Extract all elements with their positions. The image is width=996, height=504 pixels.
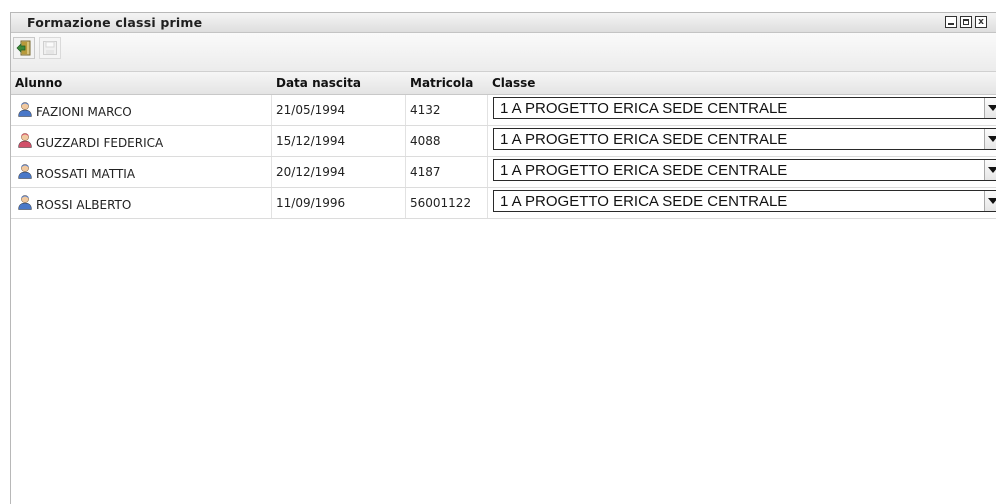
student-icon bbox=[18, 102, 32, 117]
save-button[interactable] bbox=[39, 37, 61, 59]
cell-matricola: 56001122 bbox=[406, 188, 488, 218]
student-name: ROSSATI MATTIA bbox=[36, 167, 136, 181]
matricola-number: 4088 bbox=[410, 134, 441, 148]
chevron-down-icon[interactable] bbox=[984, 160, 996, 180]
cell-alunno: ROSSI ALBERTO bbox=[11, 188, 272, 218]
close-icon[interactable]: x bbox=[975, 16, 987, 28]
classe-select[interactable]: 1 A PROGETTO ERICA SEDE CENTRALE bbox=[493, 97, 996, 119]
window-title: Formazione classi prime bbox=[27, 15, 203, 30]
cell-data-nascita: 15/12/1994 bbox=[272, 126, 406, 156]
matricola-number: 56001122 bbox=[410, 196, 472, 210]
birth-date: 21/05/1994 bbox=[276, 103, 346, 117]
cell-data-nascita: 11/09/1996 bbox=[272, 188, 406, 218]
table-row[interactable]: ROSSI ALBERTO 11/09/1996 56001122 1 A PROGE… bbox=[11, 188, 996, 219]
student-name: ROSSI ALBERTO bbox=[36, 198, 132, 212]
minimize-icon[interactable] bbox=[945, 16, 957, 28]
cell-data-nascita: 20/12/1994 bbox=[272, 157, 406, 187]
chevron-down-icon[interactable] bbox=[984, 98, 996, 118]
cell-matricola: 4088 bbox=[406, 126, 488, 156]
student-name: FAZIONI MARCO bbox=[36, 105, 132, 119]
cell-classe: 1 A PROGETTO ERICA SEDE CENTRALE bbox=[488, 95, 996, 125]
window-controls: x bbox=[945, 16, 987, 28]
matricola-number: 4187 bbox=[410, 165, 441, 179]
cell-classe: 1 A PROGETTO ERICA SEDE CENTRALE bbox=[488, 157, 996, 187]
cell-matricola: 4132 bbox=[406, 95, 488, 125]
student-icon bbox=[18, 133, 32, 148]
column-header-classe[interactable]: Classe bbox=[492, 76, 535, 90]
cell-data-nascita: 21/05/1994 bbox=[272, 95, 406, 125]
column-header-alunno[interactable]: Alunno bbox=[15, 76, 62, 90]
table-row[interactable]: ROSSATI MATTIA 20/12/1994 4187 1 A PROGETTO… bbox=[11, 157, 996, 188]
cell-alunno: ROSSATI MATTIA bbox=[11, 157, 272, 187]
save-icon bbox=[43, 41, 57, 55]
student-name: GUZZARDI FEDERICA bbox=[36, 136, 164, 150]
maximize-icon[interactable] bbox=[960, 16, 972, 28]
chevron-down-icon[interactable] bbox=[984, 191, 996, 211]
cell-classe: 1 A PROGETTO ERICA SEDE CENTRALE bbox=[488, 126, 996, 156]
chevron-down-icon[interactable] bbox=[984, 129, 996, 149]
cell-classe: 1 A PROGETTO ERICA SEDE CENTRALE bbox=[488, 188, 996, 218]
birth-date: 15/12/1994 bbox=[276, 134, 346, 148]
classe-selected-value: 1 A PROGETTO ERICA SEDE CENTRALE bbox=[500, 193, 788, 210]
window-titlebar[interactable]: Formazione classi prime x bbox=[11, 13, 996, 33]
table-row[interactable]: GUZZARDI FEDERICA 15/12/1994 4088 1 A PROGE… bbox=[11, 126, 996, 157]
cell-matricola: 4187 bbox=[406, 157, 488, 187]
column-header-data-nascita[interactable]: Data nascita bbox=[276, 76, 361, 90]
classe-selected-value: 1 A PROGETTO ERICA SEDE CENTRALE bbox=[500, 131, 788, 148]
student-icon bbox=[18, 164, 32, 179]
classe-selected-value: 1 A PROGETTO ERICA SEDE CENTRALE bbox=[500, 100, 788, 117]
classe-select[interactable]: 1 A PROGETTO ERICA SEDE CENTRALE bbox=[493, 159, 996, 181]
student-icon bbox=[18, 195, 32, 210]
main-window: Formazione classi prime x Alunno Data na… bbox=[10, 12, 996, 504]
grid-header: Alunno Data nascita Matricola Classe bbox=[11, 72, 996, 95]
classe-select[interactable]: 1 A PROGETTO ERICA SEDE CENTRALE bbox=[493, 190, 996, 212]
classe-select[interactable]: 1 A PROGETTO ERICA SEDE CENTRALE bbox=[493, 128, 996, 150]
classe-selected-value: 1 A PROGETTO ERICA SEDE CENTRALE bbox=[500, 162, 788, 179]
birth-date: 20/12/1994 bbox=[276, 165, 346, 179]
table-row[interactable]: FAZIONI MARCO 21/05/1994 4132 1 A PROGETTO … bbox=[11, 95, 996, 126]
exit-door-icon bbox=[16, 40, 31, 56]
toolbar bbox=[11, 33, 996, 72]
birth-date: 11/09/1996 bbox=[276, 196, 346, 210]
exit-button[interactable] bbox=[13, 37, 35, 59]
matricola-number: 4132 bbox=[410, 103, 441, 117]
cell-alunno: FAZIONI MARCO bbox=[11, 95, 272, 125]
column-header-matricola[interactable]: Matricola bbox=[410, 76, 473, 90]
cell-alunno: GUZZARDI FEDERICA bbox=[11, 126, 272, 156]
